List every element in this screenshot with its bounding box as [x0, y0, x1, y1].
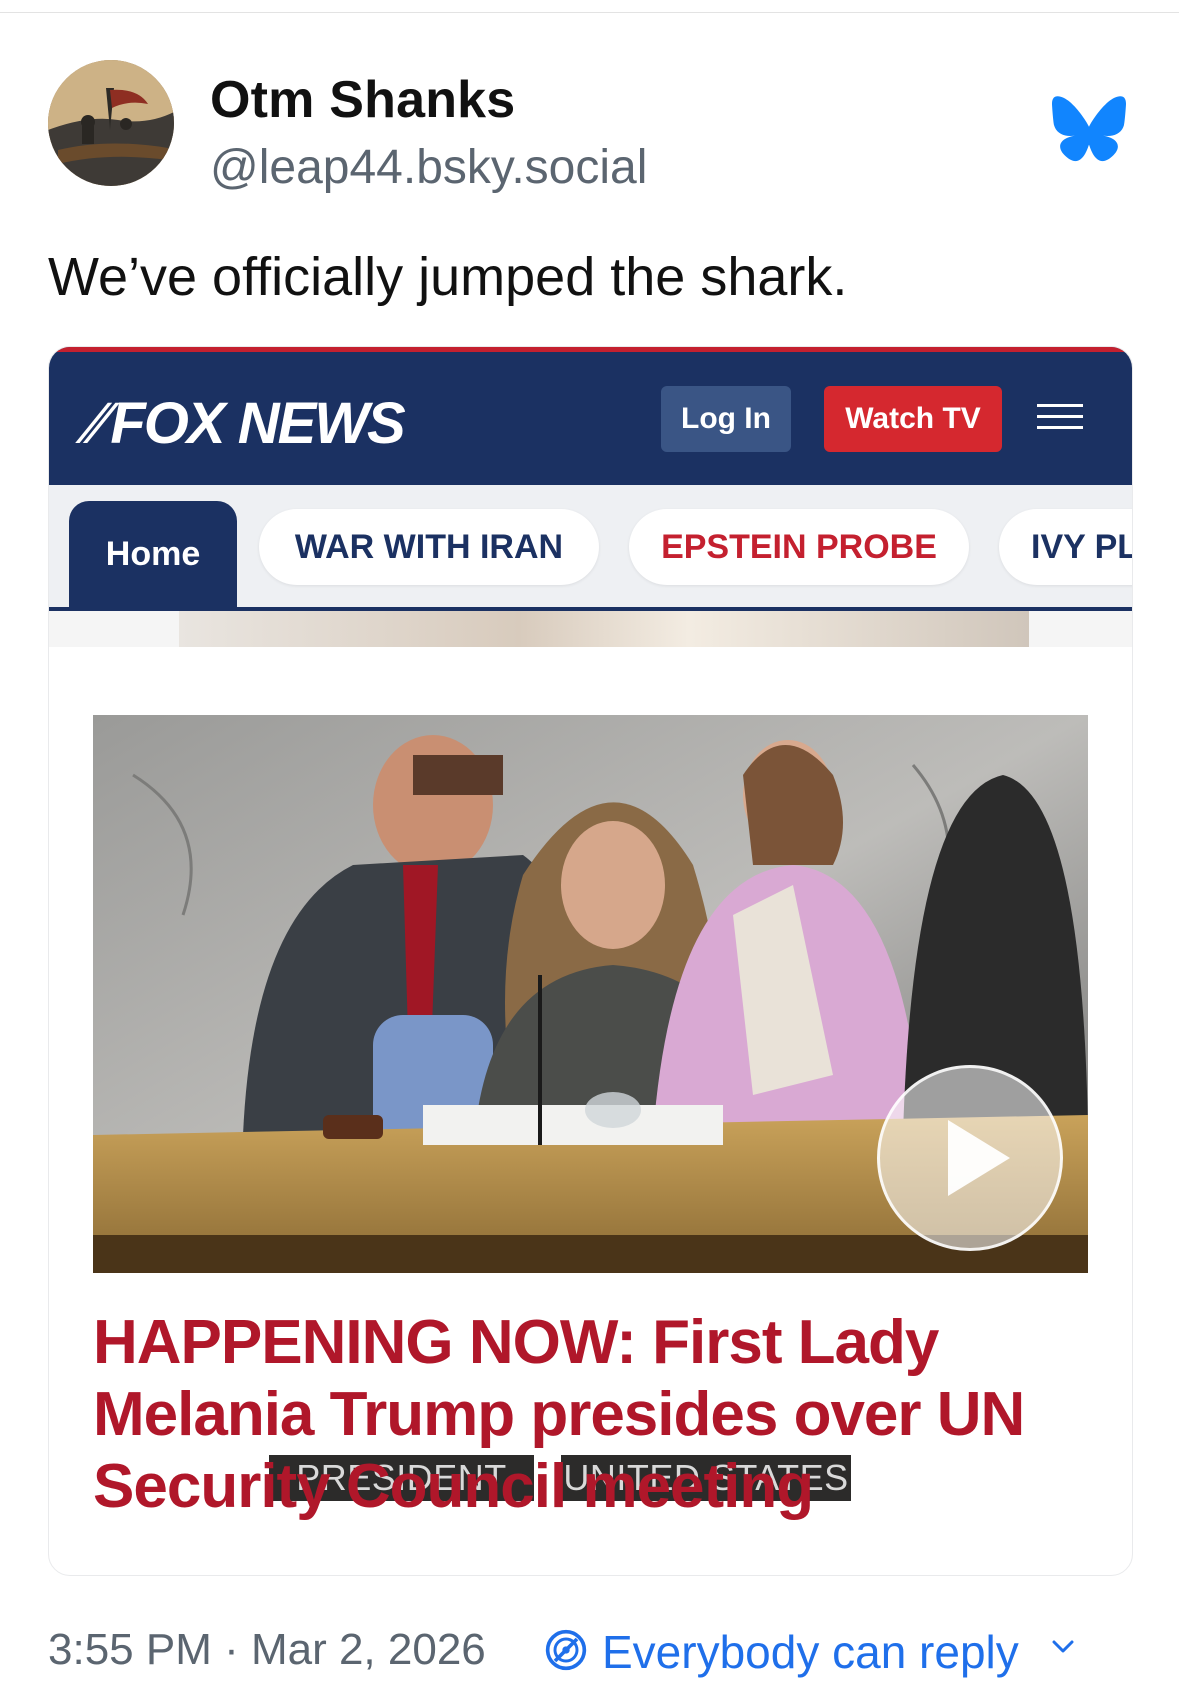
author-name[interactable]: Otm Shanks [210, 70, 515, 130]
hamburger-menu-icon [1037, 404, 1083, 432]
post-timestamp: 3:55 PM · Mar 2, 2026 [48, 1625, 486, 1674]
bluesky-butterfly-icon[interactable] [1052, 96, 1126, 162]
news-photo [93, 715, 1088, 1273]
fox-logo-text: FOX NEWS [110, 391, 405, 456]
reply-setting-button[interactable]: Everybody can reply [602, 1625, 1019, 1679]
watch-tv-button: Watch TV [824, 386, 1002, 452]
top-divider [0, 12, 1179, 13]
avatar[interactable] [48, 60, 174, 186]
reply-settings-icon[interactable] [544, 1628, 588, 1672]
tab-epstein-probe: EPSTEIN PROBE [629, 509, 969, 585]
news-headline: HAPPENING NOW: First Lady Melania Trump … [93, 1308, 1025, 1521]
tab-ivy: IVY PL [999, 509, 1132, 585]
fox-logo-mark-icon: ⁄⁄ [91, 391, 108, 456]
play-icon [877, 1065, 1063, 1251]
post-text: We’ve officially jumped the shark. [48, 247, 848, 307]
login-button: Log In [661, 386, 791, 452]
chevron-down-icon[interactable] [1052, 1640, 1074, 1654]
tab-war-with-iran: WAR WITH IRAN [259, 509, 599, 585]
author-handle[interactable]: @leap44.bsky.social [210, 140, 647, 195]
image-strip [49, 611, 1132, 647]
fox-news-logo: ⁄⁄FOX NEWS [91, 390, 406, 457]
embedded-image-card[interactable]: ⁄⁄FOX NEWS Log In Watch TV Home WAR WITH… [48, 346, 1133, 1576]
fox-header-bar: ⁄⁄FOX NEWS Log In Watch TV [49, 347, 1132, 485]
tab-home: Home [69, 501, 237, 607]
section-tabs: Home WAR WITH IRAN EPSTEIN PROBE IVY PL [49, 485, 1132, 611]
